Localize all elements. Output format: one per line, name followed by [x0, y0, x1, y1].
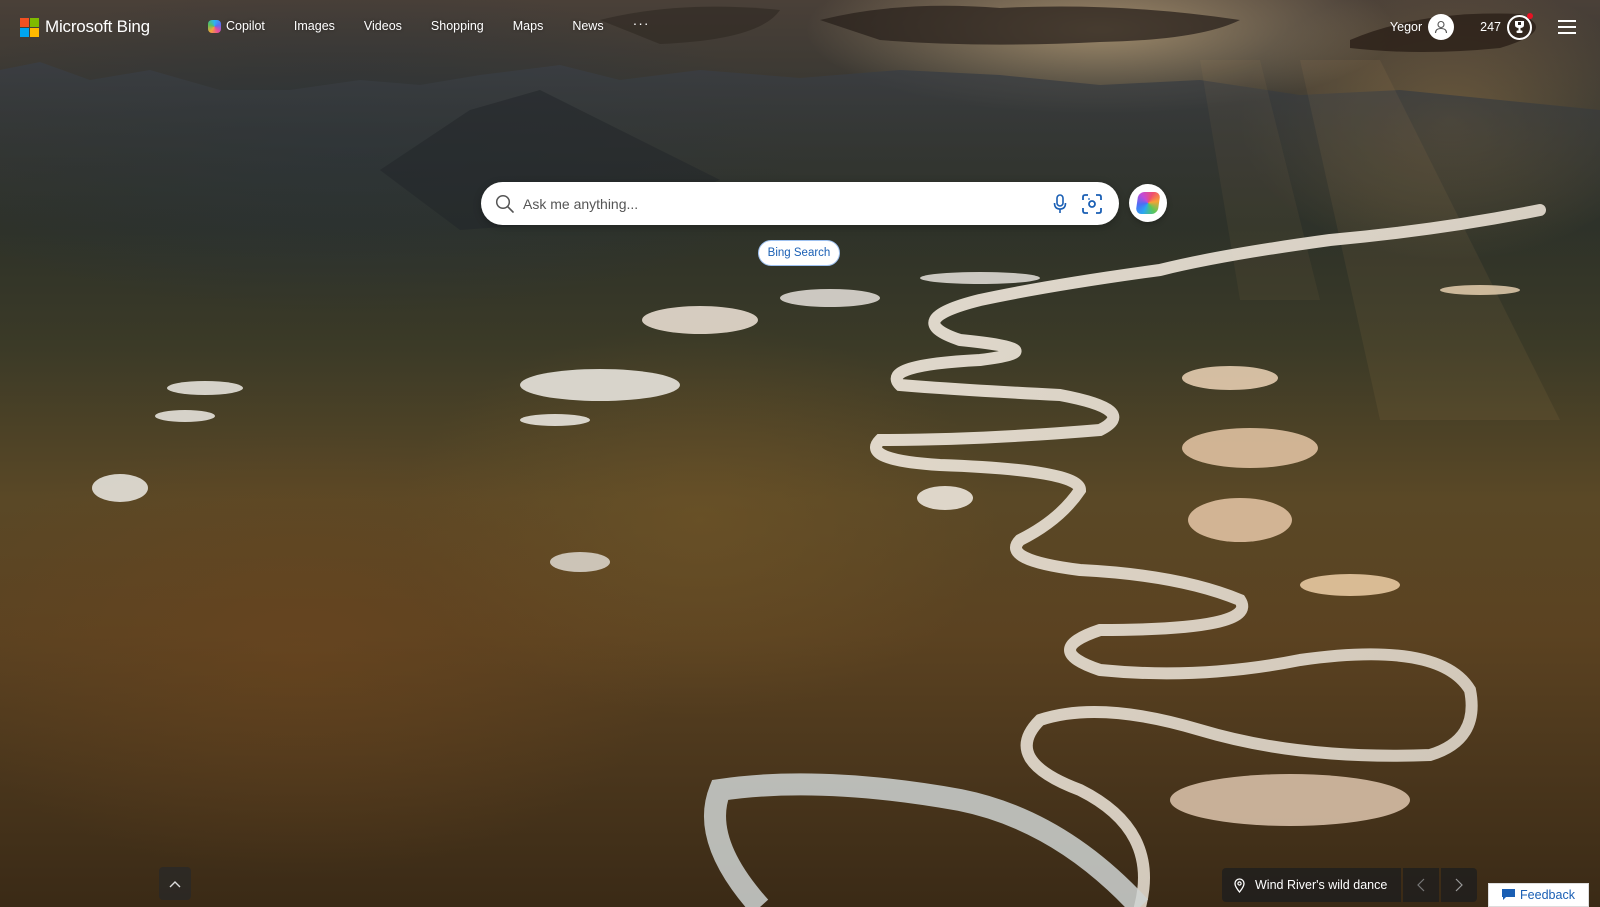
voice-search-button[interactable] — [1049, 193, 1071, 215]
microsoft-logo-icon — [20, 17, 39, 37]
top-bar: Microsoft Bing Copilot Images Videos Sho… — [0, 0, 1600, 58]
bing-logo[interactable]: Microsoft Bing — [20, 17, 150, 37]
landscape-illustration — [0, 5, 1600, 907]
chat-bubble-icon — [1502, 889, 1516, 900]
person-icon — [1435, 20, 1448, 34]
scope-nav: Copilot Images Videos Shopping Maps News… — [208, 15, 650, 33]
search-input[interactable] — [521, 194, 1049, 213]
nav-copilot-label: Copilot — [226, 19, 265, 33]
rewards-points[interactable]: 247 — [1480, 20, 1501, 34]
copilot-logo-icon — [1135, 192, 1161, 214]
chevron-up-icon — [169, 880, 181, 887]
copilot-icon — [208, 19, 221, 33]
nav-videos[interactable]: Videos — [364, 19, 402, 33]
visual-search-button[interactable] — [1081, 193, 1103, 215]
menu-icon[interactable] — [1558, 20, 1576, 34]
image-caption[interactable]: Wind River's wild dance — [1222, 868, 1402, 902]
feedback-label: Feedback — [1520, 888, 1575, 902]
bing-search-button[interactable]: Bing Search — [758, 240, 840, 266]
nav-shopping[interactable]: Shopping — [431, 19, 484, 33]
nav-maps[interactable]: Maps — [513, 19, 544, 33]
search-box — [481, 182, 1119, 225]
microphone-icon — [1053, 193, 1067, 213]
rewards-button[interactable] — [1507, 12, 1533, 40]
next-image-button[interactable] — [1441, 868, 1478, 902]
feedback-button[interactable]: Feedback — [1488, 883, 1589, 907]
nav-images[interactable]: Images — [294, 19, 335, 33]
brand-name: Microsoft Bing — [45, 17, 150, 36]
trophy-icon — [1515, 21, 1524, 33]
avatar[interactable] — [1428, 14, 1455, 40]
more-options-icon[interactable]: ··· — [633, 15, 650, 31]
account-area: Yegor 247 — [1390, 12, 1576, 40]
scroll-up-button[interactable] — [159, 867, 191, 900]
notification-dot — [1527, 12, 1533, 19]
previous-image-button[interactable] — [1403, 868, 1440, 902]
copilot-button[interactable] — [1129, 184, 1167, 222]
location-pin-icon — [1234, 877, 1245, 893]
nav-news[interactable]: News — [572, 19, 603, 33]
camera-scan-icon — [1082, 193, 1102, 214]
chevron-right-icon — [1455, 878, 1464, 892]
image-caption-text: Wind River's wild dance — [1255, 878, 1388, 892]
user-name[interactable]: Yegor — [1390, 20, 1422, 34]
background-image — [0, 0, 1600, 907]
image-caption-bar: Wind River's wild dance — [1222, 868, 1478, 902]
nav-copilot[interactable]: Copilot — [208, 19, 265, 33]
search-icon — [495, 194, 514, 213]
chevron-left-icon — [1417, 878, 1425, 892]
